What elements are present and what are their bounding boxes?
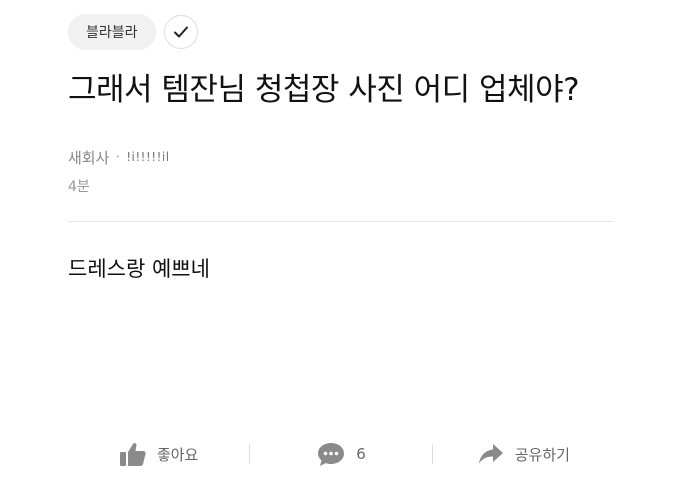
share-arrow-icon: [477, 442, 505, 466]
divider: [68, 221, 614, 222]
thumbs-up-icon: [119, 441, 147, 467]
share-label: 공유하기: [514, 445, 570, 464]
tag-row: 블라블라: [68, 14, 614, 50]
category-label: 블라블라: [86, 25, 138, 41]
meta-separator: ·: [115, 148, 121, 166]
author-nickname[interactable]: !i!!!!!il: [126, 150, 169, 164]
check-icon: [173, 25, 189, 39]
post-container: 블라블라 그래서 템잔님 청첩장 사진 어디 업체야? 새회사 · !i!!!!…: [68, 14, 614, 282]
post-title: 그래서 템잔님 청첩장 사진 어디 업체야?: [68, 72, 580, 108]
action-bar: 좋아요 6 공유하기: [68, 437, 614, 471]
like-button[interactable]: 좋아요: [68, 437, 249, 471]
comment-bubble-icon: [316, 441, 346, 467]
post-body: 드레스랑 예쁘네: [68, 257, 210, 281]
like-label: 좋아요: [156, 445, 199, 464]
check-button[interactable]: [163, 15, 198, 49]
share-button[interactable]: 공유하기: [433, 437, 614, 471]
post-meta: 새회사 · !i!!!!!il: [68, 146, 614, 168]
author-company[interactable]: 새회사: [68, 147, 109, 168]
comment-count: 6: [356, 445, 366, 463]
comment-button[interactable]: 6: [250, 437, 431, 471]
post-time: 4분: [68, 179, 90, 195]
category-chip[interactable]: 블라블라: [68, 14, 156, 50]
